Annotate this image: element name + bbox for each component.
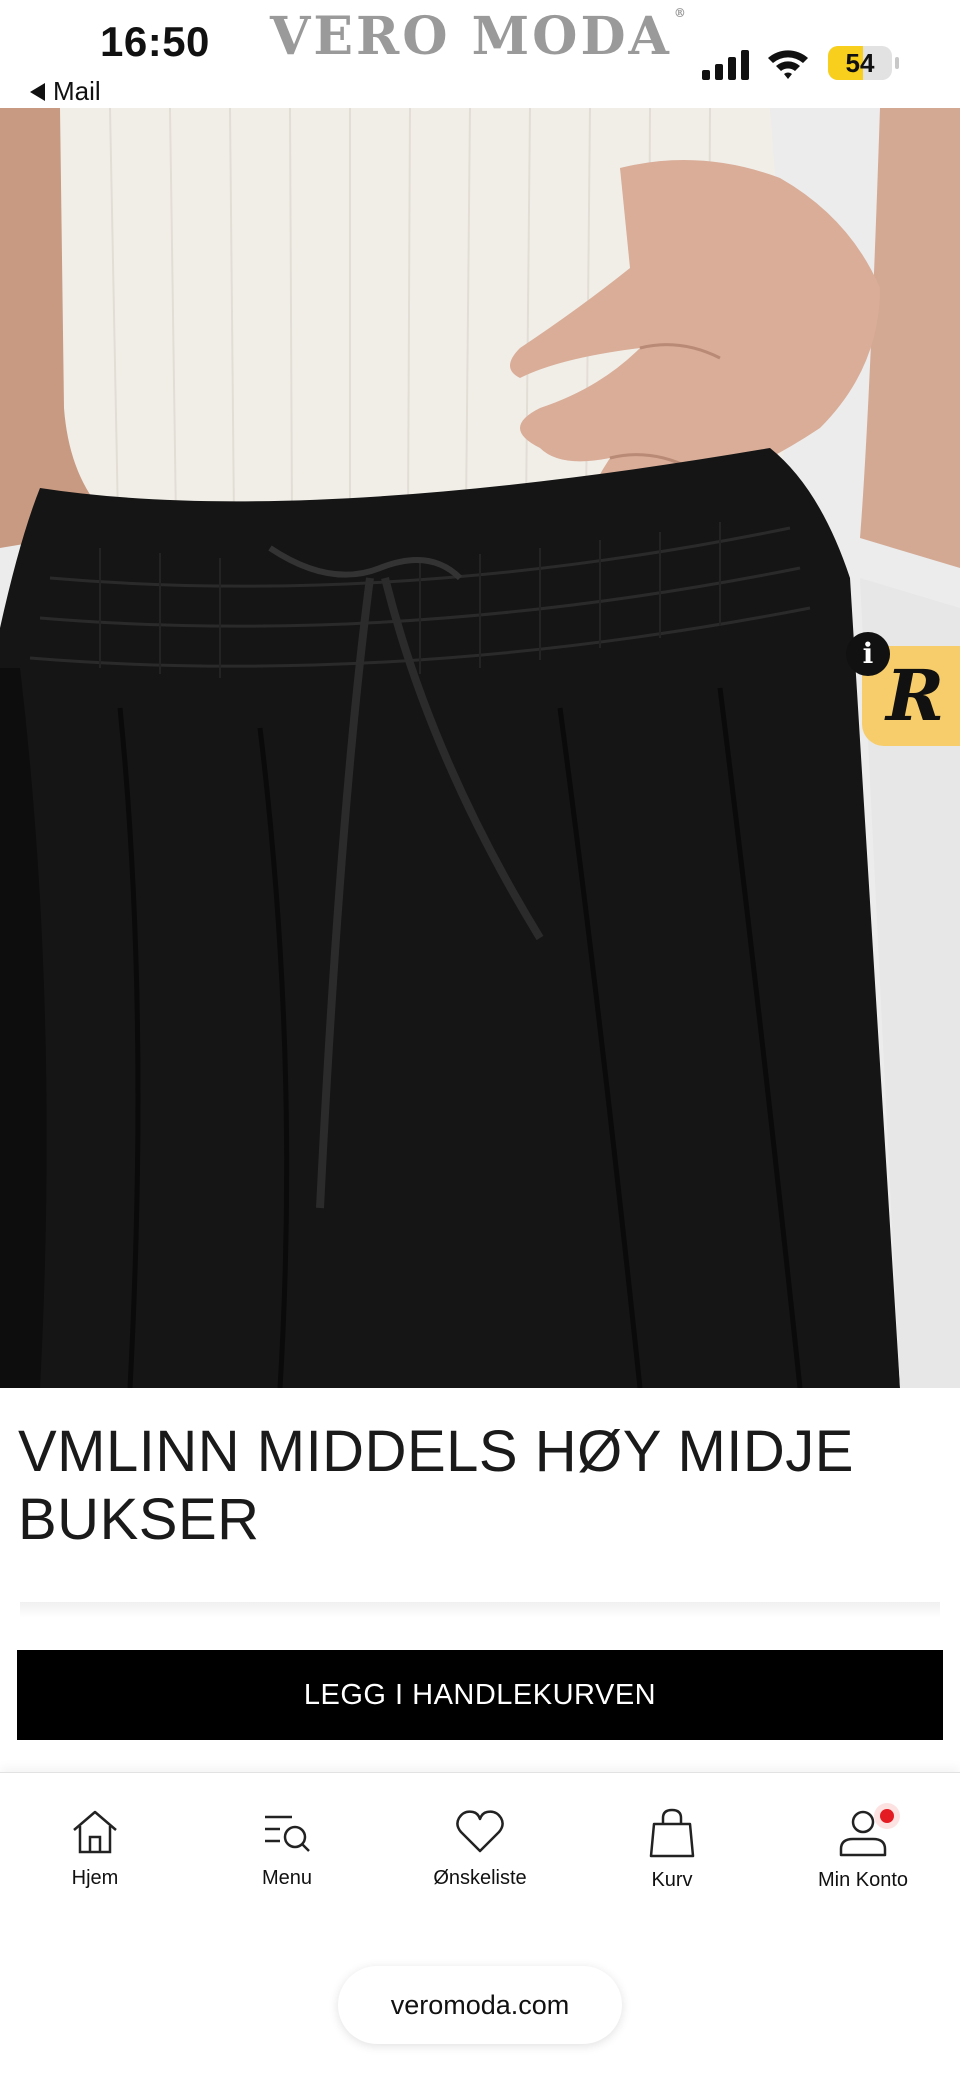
heart-icon [456,1810,504,1853]
wifi-icon [768,50,808,79]
browser-bar: veromoda.com [0,1942,960,2078]
back-to-mail-link[interactable]: Mail [30,76,101,107]
nav-label-account: Min Konto [817,1869,909,1891]
product-photo [0,108,960,1388]
info-icon[interactable]: i [846,632,890,676]
brand-name: VERO MODA [270,6,672,67]
add-to-cart-button[interactable]: LEGG I HANDLEKURVEN [17,1650,943,1740]
url-text: veromoda.com [390,1989,570,2020]
url-address-pill[interactable]: veromoda.com [338,1966,622,2044]
clock: 16:50 [100,18,210,65]
nav-label-wishlist: Ønskeliste [433,1867,527,1889]
notification-dot [874,1803,900,1829]
nav-item-account[interactable]: Min Konto [788,1803,938,1892]
section-divider [20,1602,940,1618]
battery-level: 54 [845,48,875,78]
back-arrow-icon [30,82,45,101]
nav-label-home: Hjem [71,1867,119,1889]
brand-logo[interactable]: VERO MODA ® [270,6,689,67]
cellular-signal-icon [702,50,749,80]
back-link-label: Mail [53,76,101,106]
review-widget-letter: R [886,654,945,737]
nav-label-menu: Menu [261,1867,313,1889]
bottom-navigation: Hjem Menu Ønskeliste Kurv Min Konto [0,1772,960,1942]
product-title: VMLINN MIDDELS HØY MIDJE BUKSER [18,1419,854,1552]
nav-item-wishlist[interactable]: Ønskeliste [405,1807,555,1890]
nav-item-cart[interactable]: Kurv [597,1807,747,1892]
brand-registered-mark: ® [673,6,689,20]
nav-item-home[interactable]: Hjem [20,1807,170,1890]
battery-indicator: 54 [828,46,892,80]
bag-icon [649,1808,695,1858]
status-bar: 16:50 Mail VERO MODA ® 54 [0,0,960,108]
home-icon [73,1810,117,1854]
product-image[interactable] [0,108,960,1388]
battery-cap [895,57,899,69]
menu-search-icon [265,1815,310,1852]
nav-item-menu[interactable]: Menu [212,1807,362,1890]
nav-label-cart: Kurv [651,1869,693,1891]
